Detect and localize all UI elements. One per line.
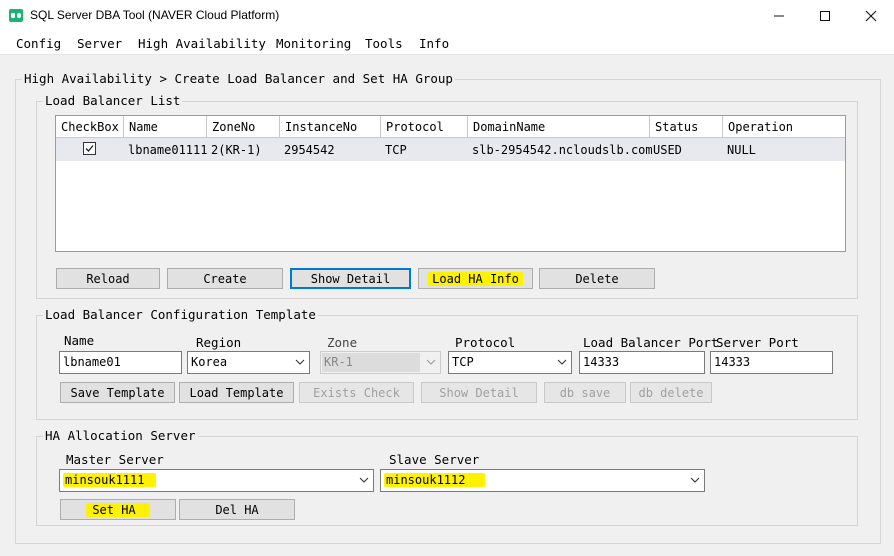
reload-button[interactable]: Reload (56, 268, 160, 289)
region-value: Korea (191, 355, 228, 369)
master-server-value: minsouk1111 (63, 473, 157, 487)
protocol-select[interactable]: TCP (448, 351, 572, 374)
page-title: High Availability > Create Load Balancer… (22, 71, 455, 86)
db-delete-button[interactable]: db delete (630, 382, 712, 403)
load-template-button[interactable]: Load Template (179, 382, 294, 403)
zone-select[interactable]: KR-1 (320, 351, 441, 374)
lb-port-field[interactable]: 14333 (579, 351, 705, 374)
name-field[interactable]: lbname01 (59, 351, 182, 374)
menu-bar: Config Server High Availability Monitori… (0, 31, 894, 55)
region-select[interactable]: Korea (187, 351, 310, 374)
menu-tools[interactable]: Tools (365, 36, 403, 51)
maximize-icon[interactable] (802, 0, 848, 31)
slave-server-select[interactable]: minsouk1112 (380, 469, 705, 492)
master-server-select[interactable]: minsouk1111 (59, 469, 374, 492)
chevron-down-icon (426, 359, 436, 365)
save-template-button[interactable]: Save Template (60, 382, 175, 403)
cell-name: lbname01111 (128, 143, 208, 157)
menu-monitoring[interactable]: Monitoring (276, 36, 351, 51)
table-row[interactable]: lbname01111 2(KR-1) 2954542 TCP slb-2954… (56, 138, 845, 161)
col-name[interactable]: Name (124, 116, 207, 137)
lb-list-grid[interactable]: CheckBox Name ZoneNo InstanceNo Protocol… (55, 115, 846, 252)
cell-zone: 2(KR-1) (211, 143, 262, 157)
name-label: Name (64, 333, 95, 348)
menu-high-availability[interactable]: High Availability (138, 36, 266, 51)
window-title: SQL Server DBA Tool (NAVER Cloud Platfor… (30, 8, 280, 22)
menu-info[interactable]: Info (419, 36, 449, 51)
set-ha-button[interactable]: Set HA (60, 499, 176, 520)
chevron-down-icon (690, 477, 700, 483)
cell-protocol: TCP (385, 143, 407, 157)
lb-list-title: Load Balancer List (43, 93, 183, 108)
server-port-field[interactable]: 14333 (710, 351, 833, 374)
template-title: Load Balancer Configuration Template (43, 307, 318, 322)
col-protocol[interactable]: Protocol (381, 116, 468, 137)
region-label: Region (196, 335, 242, 350)
lb-port-label: Load Balancer Port (583, 335, 719, 350)
col-operation[interactable]: Operation (723, 116, 845, 137)
zone-value: KR-1 (324, 355, 353, 369)
server-port-label: Server Port (716, 335, 799, 350)
col-status[interactable]: Status (650, 116, 723, 137)
show-detail-button[interactable]: Show Detail (290, 268, 411, 289)
slave-server-value: minsouk1112 (384, 473, 486, 487)
ha-title: HA Allocation Server (43, 428, 198, 443)
set-ha-label: Set HA (86, 502, 150, 517)
template-show-detail-button[interactable]: Show Detail (421, 382, 537, 403)
del-ha-button[interactable]: Del HA (179, 499, 295, 520)
protocol-label: Protocol (455, 335, 516, 350)
title-bar: SQL Server DBA Tool (NAVER Cloud Platfor… (0, 0, 894, 31)
row-checkbox[interactable] (83, 142, 96, 155)
db-save-button[interactable]: db save (544, 382, 626, 403)
col-checkbox[interactable]: CheckBox (56, 116, 124, 137)
create-button[interactable]: Create (167, 268, 283, 289)
slave-server-label: Slave Server (389, 452, 480, 467)
col-domainname[interactable]: DomainName (468, 116, 650, 137)
col-instanceno[interactable]: InstanceNo (280, 116, 381, 137)
protocol-value: TCP (452, 355, 474, 369)
minimize-icon[interactable] (756, 0, 802, 31)
load-ha-info-button[interactable]: Load HA Info (418, 268, 533, 289)
chevron-down-icon (359, 477, 369, 483)
cell-operation: NULL (727, 143, 756, 157)
grid-header: CheckBox Name ZoneNo InstanceNo Protocol… (56, 116, 845, 138)
cell-status: USED (653, 143, 682, 157)
app-icon (9, 9, 23, 22)
cell-domain: slb-2954542.ncloudslb.com (472, 143, 653, 157)
close-icon[interactable] (848, 0, 894, 31)
zone-label: Zone (327, 335, 358, 350)
master-server-label: Master Server (66, 452, 164, 467)
exists-check-button[interactable]: Exists Check (299, 382, 414, 403)
menu-server[interactable]: Server (77, 36, 122, 51)
delete-button[interactable]: Delete (539, 268, 655, 289)
cell-instance: 2954542 (284, 143, 335, 157)
menu-config[interactable]: Config (16, 36, 61, 51)
load-ha-info-label: Load HA Info (428, 271, 523, 286)
chevron-down-icon (557, 359, 567, 365)
chevron-down-icon (295, 359, 305, 365)
col-zoneno[interactable]: ZoneNo (207, 116, 280, 137)
